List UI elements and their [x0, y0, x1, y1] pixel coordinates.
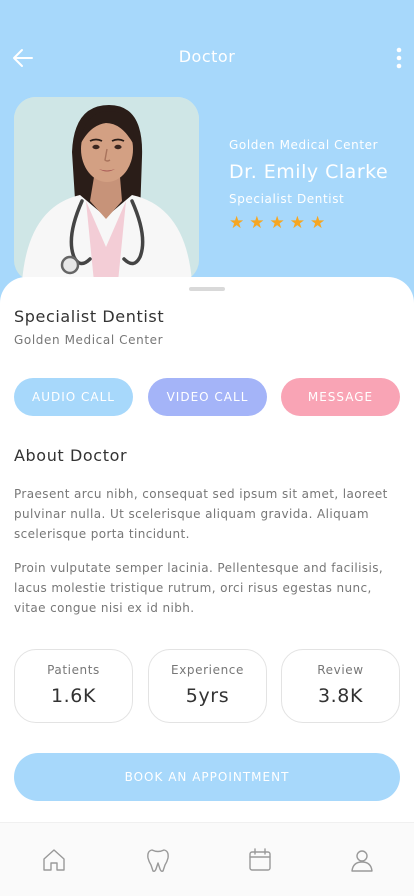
- stat-review: Review 3.8K: [281, 649, 400, 723]
- star-icon: ★: [269, 213, 285, 233]
- doctor-photo: [14, 97, 199, 282]
- stat-label: Review: [317, 663, 364, 677]
- sheet-title: Specialist Dentist: [14, 307, 165, 326]
- audio-call-button[interactable]: AUDIO CALL: [14, 378, 133, 416]
- page-title: Doctor: [178, 47, 236, 66]
- stat-value: 5yrs: [185, 685, 230, 707]
- book-appointment-button[interactable]: BOOK AN APPOINTMENT: [14, 753, 400, 801]
- sheet-subtitle: Golden Medical Center: [14, 333, 164, 347]
- sheet-handle[interactable]: [189, 287, 225, 291]
- rating-stars: ★ ★ ★ ★ ★: [229, 215, 414, 232]
- profile-icon[interactable]: [349, 847, 375, 873]
- bottom-tab-bar: [0, 822, 414, 896]
- stat-label: Patients: [47, 663, 100, 677]
- star-icon: ★: [310, 213, 326, 233]
- home-icon[interactable]: [41, 847, 67, 873]
- tooth-icon[interactable]: [145, 847, 171, 873]
- doctor-name: Dr. Emily Clarke: [229, 161, 389, 183]
- doctor-info: Golden Medical Center Dr. Emily Clarke S…: [229, 138, 414, 232]
- star-icon: ★: [289, 213, 305, 233]
- more-vertical-icon[interactable]: [394, 44, 404, 72]
- stat-value: 3.8K: [317, 685, 364, 707]
- stat-label: Experience: [171, 663, 244, 677]
- top-bar: Doctor: [0, 38, 414, 78]
- message-button[interactable]: MESSAGE: [281, 378, 400, 416]
- star-icon: ★: [229, 213, 245, 233]
- about-paragraph-1: Praesent arcu nibh, consequat sed ipsum …: [14, 487, 388, 541]
- video-call-button[interactable]: VIDEO CALL: [148, 378, 267, 416]
- stat-patients: Patients 1.6K: [14, 649, 133, 723]
- about-title: About Doctor: [14, 446, 128, 465]
- doctor-center: Golden Medical Center: [229, 138, 379, 152]
- stat-value: 1.6K: [50, 685, 97, 707]
- calendar-icon[interactable]: [247, 847, 273, 873]
- star-icon: ★: [249, 213, 265, 233]
- doctor-specialty: Specialist Dentist: [229, 192, 345, 206]
- header: Doctor Golden Medical Center Dr. Emily C…: [0, 0, 414, 300]
- details-sheet: Specialist Dentist Golden Medical Center…: [0, 277, 414, 896]
- stat-experience: Experience 5yrs: [148, 649, 267, 723]
- about-paragraph-2: Proin vulputate semper lacinia. Pellente…: [14, 561, 384, 615]
